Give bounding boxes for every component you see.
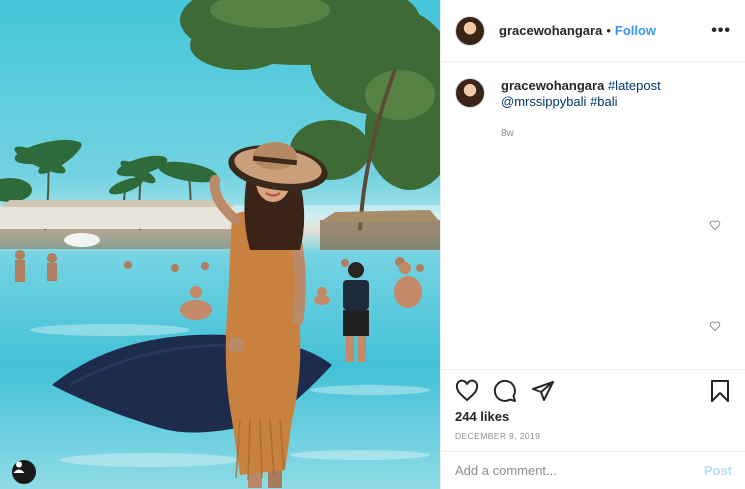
post-comment-button[interactable]: Post: [704, 463, 732, 478]
header-username[interactable]: gracewohangara: [499, 23, 602, 38]
comment-input[interactable]: [455, 463, 704, 478]
pool-scene-illustration: [0, 0, 440, 488]
follow-button[interactable]: Follow: [615, 23, 656, 38]
post-date[interactable]: DECEMBER 9, 2019: [455, 431, 732, 441]
post-age: 8w: [501, 128, 514, 139]
comment-like-heart-icon[interactable]: [709, 219, 721, 231]
action-icons-row: [455, 370, 732, 412]
more-options-icon[interactable]: •••: [711, 22, 731, 40]
likes-count[interactable]: 244 likes: [455, 409, 732, 424]
caption-username[interactable]: gracewohangara: [501, 78, 604, 93]
user-icon: [13, 461, 25, 473]
share-icon[interactable]: [531, 379, 555, 403]
post-photo[interactable]: [0, 0, 440, 489]
hashtag-link[interactable]: #latepost: [608, 78, 661, 93]
comment-icon[interactable]: [493, 379, 517, 403]
tagged-users-button[interactable]: [12, 460, 36, 484]
add-comment-bar: Post: [441, 451, 745, 489]
post-details-panel: gracewohangara • Follow ••• gracewohanga…: [440, 0, 745, 489]
caption-avatar[interactable]: [455, 78, 485, 108]
avatar[interactable]: [455, 15, 485, 46]
bookmark-icon[interactable]: [708, 379, 732, 403]
caption: gracewohangara #latepost @mrssippybali #…: [455, 78, 731, 110]
heart-icon[interactable]: [455, 379, 479, 403]
post-actions: 244 likes DECEMBER 9, 2019: [441, 369, 745, 449]
comment-like-heart-icon[interactable]: [709, 320, 721, 332]
post-header: gracewohangara • Follow •••: [441, 0, 745, 62]
hashtag-link[interactable]: #bali: [590, 94, 617, 109]
caption-text: gracewohangara #latepost @mrssippybali #…: [501, 78, 661, 110]
mention-link[interactable]: @mrssippybali: [501, 94, 586, 109]
comments-section[interactable]: gracewohangara #latepost @mrssippybali #…: [441, 62, 745, 369]
separator-dot: •: [606, 23, 611, 38]
